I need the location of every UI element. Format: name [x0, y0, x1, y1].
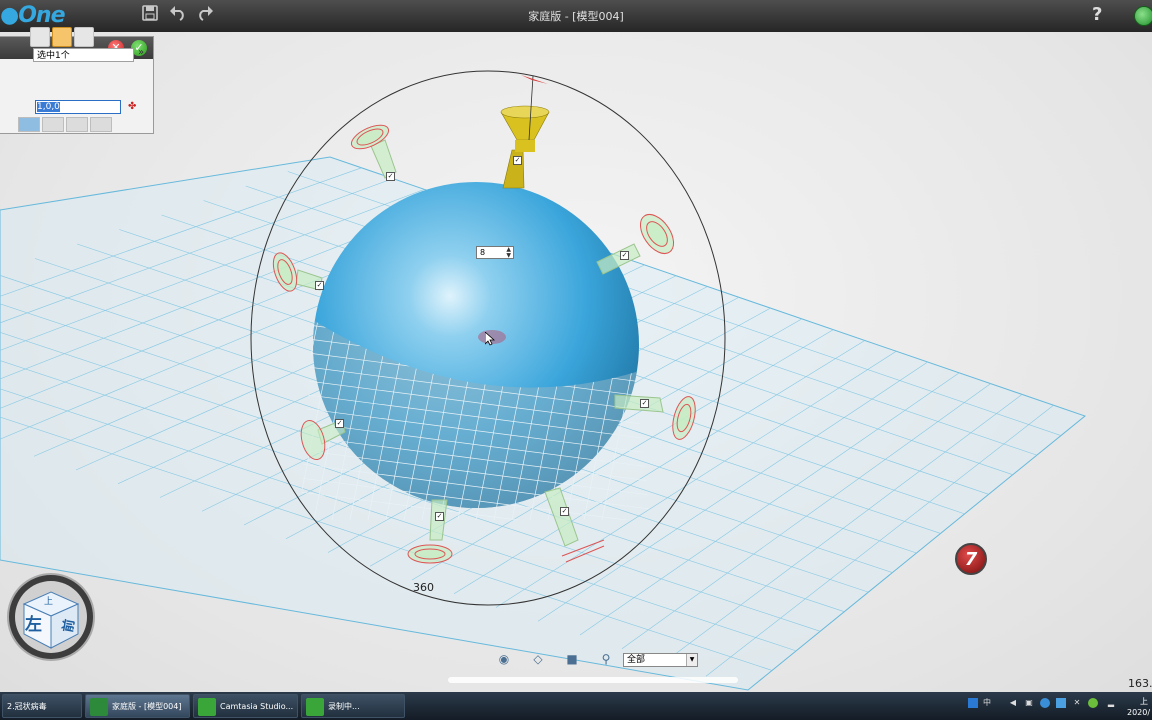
mode-ring-icon[interactable]	[52, 27, 72, 47]
nav-cube-left-label[interactable]: 左	[25, 610, 42, 635]
cube-icon[interactable]: ◇	[529, 652, 547, 668]
view-filter-select[interactable]: 全部 ▼	[623, 653, 698, 667]
pick-point-icon[interactable]: ✤	[128, 101, 136, 112]
spike-checkbox[interactable]: ✓	[435, 512, 444, 521]
taskbar-item[interactable]: Camtasia Studio...	[193, 694, 298, 718]
camtasia-icon	[198, 697, 216, 716]
view-navigation-cube[interactable]: 上 左 前	[6, 572, 96, 662]
notification-badge[interactable]: 7	[955, 543, 987, 575]
selection-field[interactable]: 选中1个	[33, 48, 134, 62]
tray-app-icon[interactable]	[968, 698, 978, 708]
recorder-icon	[306, 697, 324, 716]
option-icon-1[interactable]	[18, 117, 40, 132]
tray-icon[interactable]: ✕	[1072, 698, 1082, 708]
count-value: 8	[480, 248, 486, 257]
taskbar-item[interactable]: 2.冠状病毒	[2, 694, 82, 718]
render-mode-icon[interactable]: ■	[563, 652, 581, 668]
spike-checkbox[interactable]: ✓	[640, 399, 649, 408]
angle-label: 360	[413, 581, 434, 594]
scene-canvas	[0, 70, 1087, 691]
3d-viewport[interactable]: ✓ ✓ ✓ ✓ ✓ ✓ ✓ ✓ 8 ▲ ▼ 360 上 左 前 7	[0, 32, 1152, 692]
volume-icon[interactable]: ◀	[1008, 698, 1018, 708]
mode-grid-icon[interactable]	[30, 27, 50, 47]
mouse-cursor-icon	[485, 332, 495, 346]
direction-value-text: 1,0,0	[37, 102, 60, 112]
count-spinner[interactable]: 8 ▲ ▼	[476, 246, 514, 259]
zoom-icon[interactable]: ⚲	[597, 652, 615, 668]
option-icon-2[interactable]	[42, 117, 64, 132]
tray-icon[interactable]	[1088, 698, 1098, 708]
coordinate-readout: 163.	[1128, 677, 1152, 690]
clock-date[interactable]: 2020/	[1127, 708, 1150, 717]
title-bar: ●One 家庭版 - [模型004] ?	[0, 0, 1152, 32]
direction-value-input[interactable]: 1,0,0	[35, 100, 121, 114]
spike-top[interactable]	[500, 105, 550, 189]
spike-checkbox[interactable]: ✓	[335, 419, 344, 428]
mode-sphere-icon[interactable]	[74, 27, 94, 47]
nav-cube-top-label[interactable]: 上	[44, 594, 53, 607]
status-indicator-icon[interactable]	[1134, 6, 1152, 26]
option-icon-4[interactable]	[90, 117, 112, 132]
window-title: 家庭版 - [模型004]	[528, 10, 624, 23]
option-icon-3[interactable]	[66, 117, 88, 132]
help-button[interactable]: ?	[1092, 4, 1102, 25]
eye-icon[interactable]: ◉	[495, 652, 513, 668]
ime-indicator[interactable]: 中	[982, 698, 992, 708]
clock-time[interactable]: 上	[1140, 696, 1148, 707]
spike-checkbox[interactable]: ✓	[386, 172, 395, 181]
tray-icon[interactable]	[1040, 698, 1050, 708]
app-icon	[90, 697, 108, 716]
dropdown-arrow-icon[interactable]: ▼	[686, 654, 697, 666]
spike-checkbox[interactable]: ✓	[315, 281, 324, 290]
spike-checkbox[interactable]: ✓	[513, 156, 522, 165]
taskbar-item[interactable]: 家庭版 - [模型004]	[85, 694, 190, 718]
spinner-arrows-icon[interactable]: ▲ ▼	[506, 247, 511, 259]
taskbar: 2.冠状病毒 家庭版 - [模型004] Camtasia Studio... …	[0, 692, 1152, 720]
expand-chevron-icon[interactable]: »	[138, 47, 144, 58]
spike-checkbox[interactable]: ✓	[620, 251, 629, 260]
signal-icon[interactable]: ▂	[1106, 698, 1116, 708]
view-scrollbar[interactable]	[448, 677, 738, 683]
view-filter-value: 全部	[627, 655, 646, 665]
taskbar-item[interactable]: 录制中...	[301, 694, 405, 718]
spike-checkbox[interactable]: ✓	[560, 507, 569, 516]
tray-icon[interactable]	[1056, 698, 1066, 708]
network-icon[interactable]: ▣	[1024, 698, 1034, 708]
